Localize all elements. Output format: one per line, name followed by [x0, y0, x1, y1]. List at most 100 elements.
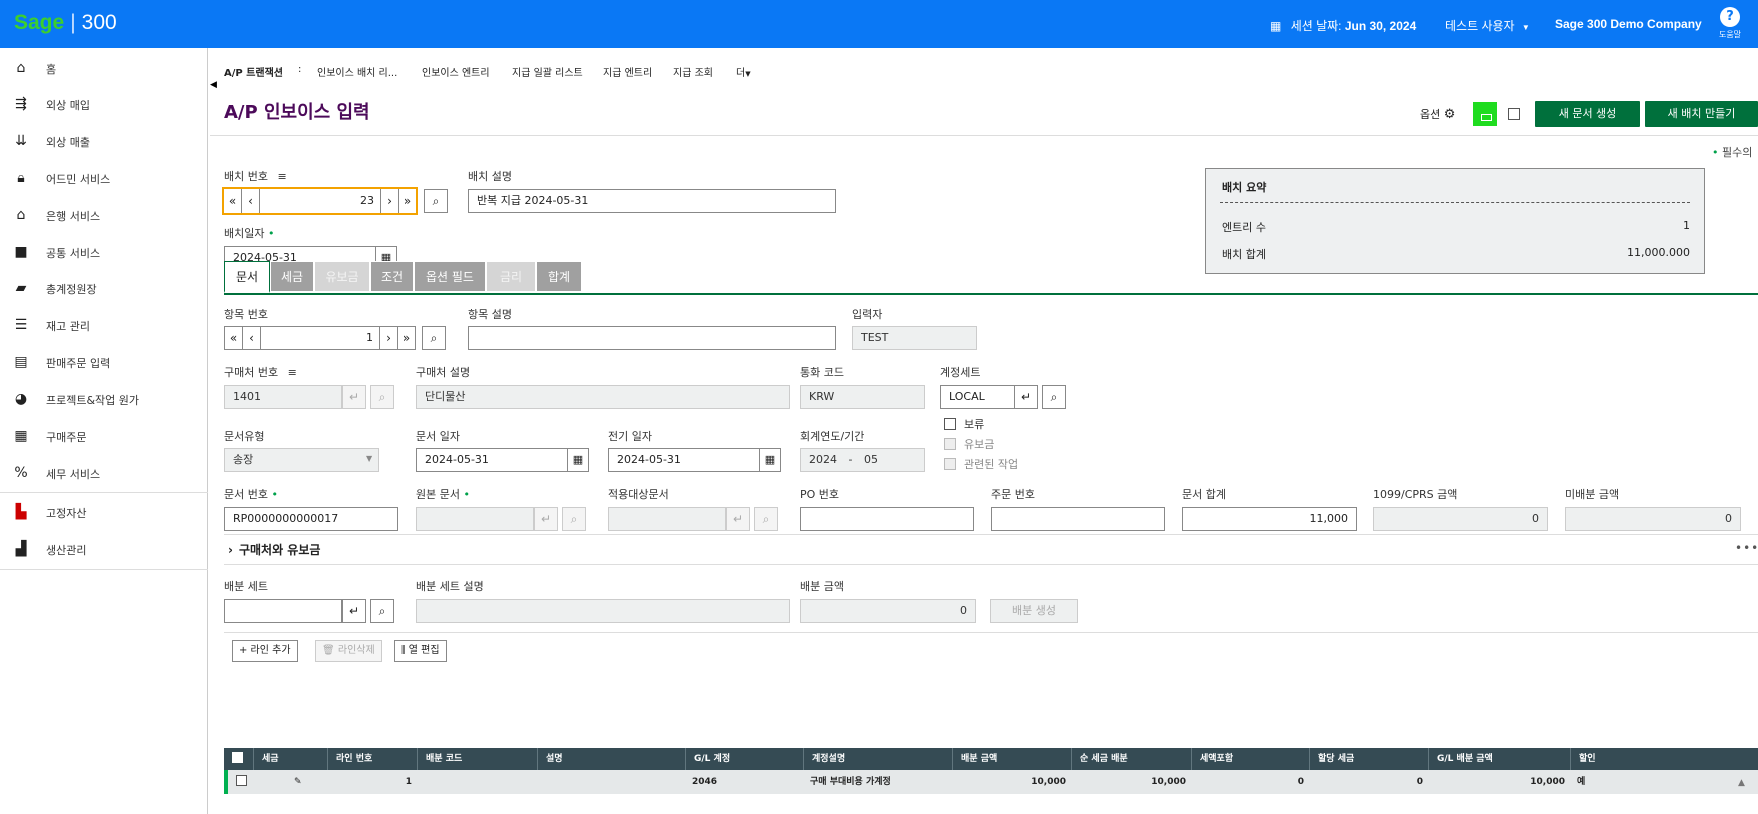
sidebar-item-production[interactable]: ▟ 생산관리 — [0, 531, 208, 567]
sidebar-item-common[interactable]: ■ 공통 서비스 — [0, 234, 208, 270]
options-button[interactable]: 옵션 ⚙ — [1420, 106, 1455, 122]
po-number-input[interactable] — [800, 507, 974, 531]
list-icon[interactable]: ≡ — [277, 170, 286, 183]
column-header[interactable]: 설명 — [538, 748, 686, 770]
batch-desc-input[interactable]: 반복 지급 2024-05-31 — [468, 189, 836, 213]
user-menu[interactable]: 테스트 사용자 ▼ — [1445, 17, 1530, 34]
sidebar-item-ar[interactable]: ⇊ 외상 매출 — [0, 123, 208, 159]
column-header[interactable]: G/L 계정 — [686, 748, 804, 770]
allocated-tax-cell: 0 — [1416, 777, 1423, 787]
amount-cell[interactable]: 10,000 — [953, 770, 1072, 794]
account-set-input[interactable]: LOCAL — [940, 385, 1015, 409]
session-date[interactable]: ▦ 세션 날짜: Jun 30, 2024 — [1270, 17, 1416, 34]
previous-icon[interactable]: ‹ — [243, 327, 261, 349]
column-header[interactable]: 할인 — [1571, 748, 1611, 770]
batch-search-button[interactable]: ⌕ — [424, 189, 448, 213]
gl-account-cell[interactable]: 2046 — [686, 770, 804, 794]
pencil-icon[interactable]: ✎ — [288, 770, 328, 794]
column-header[interactable]: 라인 번호 — [328, 748, 418, 770]
sidebar-item-po[interactable]: ▦ 구매주문 — [0, 418, 208, 454]
tab-optional-fields[interactable]: 옵션 필드 — [414, 261, 486, 292]
breadcrumb-item[interactable]: 지급 조회 — [673, 64, 713, 79]
batch-number-input[interactable]: 23 — [260, 189, 380, 213]
sidebar-item-gl[interactable]: ▰ 총계정원장 — [0, 270, 208, 306]
column-header[interactable]: G/L 배분 금액 — [1429, 748, 1571, 770]
checkbox-box[interactable] — [944, 418, 956, 430]
description-cell[interactable] — [538, 770, 686, 794]
vendor-retainage-section-toggle[interactable]: › 구매처와 유보금 — [228, 541, 320, 558]
column-header[interactable]: 순 세금 배분 — [1072, 748, 1192, 770]
calendar-icon[interactable]: ▦ — [567, 448, 589, 472]
sidebar-item-ap[interactable]: ⇶ 외상 매입 — [0, 86, 208, 122]
breadcrumb-root[interactable]: A/P 트랜잭션 — [224, 64, 283, 79]
enter-icon[interactable]: ↵ — [1014, 385, 1038, 409]
sidebar-item-inventory[interactable]: ☰ 재고 관리 — [0, 307, 208, 343]
entry-number-input[interactable]: 1 — [261, 327, 379, 349]
tab-terms[interactable]: 조건 — [370, 261, 414, 292]
calendar-icon[interactable]: ▦ — [759, 448, 781, 472]
select-checkbox[interactable] — [1508, 108, 1520, 120]
entry-search-button[interactable]: ⌕ — [422, 326, 446, 350]
tab-document[interactable]: 문서 — [224, 261, 270, 293]
help-button[interactable]: ? 도움말 — [1715, 7, 1745, 40]
select-all-column[interactable] — [224, 748, 254, 770]
scroll-up-icon[interactable]: ▲ — [1738, 778, 1745, 788]
column-header[interactable]: 세액포함 — [1192, 748, 1310, 770]
account-set-search-button[interactable]: ⌕ — [1042, 385, 1066, 409]
hold-checkbox[interactable]: 보류 — [944, 416, 984, 432]
doc-total-input[interactable]: 11,000 — [1182, 507, 1357, 531]
column-header[interactable]: 계정설명 — [804, 748, 953, 770]
posting-date-input[interactable]: 2024-05-31 — [608, 448, 760, 472]
first-icon[interactable]: « — [224, 189, 242, 213]
select-all-checkbox[interactable] — [232, 752, 243, 763]
breadcrumb-more[interactable]: 더▼ — [736, 64, 751, 79]
orig-doc-search-button: ⌕ — [562, 507, 586, 531]
doc-number-input[interactable]: RP0000000000017 — [224, 507, 398, 531]
entry-desc-input[interactable] — [468, 326, 836, 350]
next-icon[interactable]: › — [380, 189, 398, 213]
list-icon[interactable]: ≡ — [288, 366, 297, 379]
sidebar-item-admin[interactable]: 🔒︎ 어드민 서비스 — [0, 160, 208, 196]
table-row[interactable]: ✎ 1 2046 구매 부대비용 가계정 10,000 10,000 0 0 1… — [224, 770, 1758, 794]
column-header[interactable]: 세금 — [254, 748, 328, 770]
sidebar-item-oe[interactable]: ▤ 판매주문 입력 — [0, 344, 208, 380]
new-document-button[interactable]: 새 문서 생성 — [1535, 101, 1640, 127]
tab-totals[interactable]: 합계 — [536, 261, 582, 292]
sidebar-item-fixed-assets[interactable]: ▙ 고정자산 — [0, 494, 208, 530]
order-number-input[interactable] — [991, 507, 1165, 531]
row-checkbox-cell[interactable] — [230, 770, 256, 794]
breadcrumb-item[interactable]: 지급 엔트리 — [603, 64, 652, 79]
add-line-button[interactable]: + 라인 추가 — [232, 640, 298, 662]
breadcrumb-item[interactable]: 인보이스 엔트리 — [422, 64, 490, 79]
dist-code-cell[interactable] — [418, 770, 538, 794]
dist-set-search-button[interactable]: ⌕ — [370, 599, 394, 623]
breadcrumb-item[interactable]: 인보이스 배치 리... — [317, 64, 397, 79]
vendor-number-input[interactable]: 1401 — [224, 385, 342, 409]
column-header[interactable]: 할당 세금 — [1310, 748, 1429, 770]
dist-set-input[interactable] — [224, 599, 342, 623]
sage-logo[interactable]: Sage | 300 — [14, 11, 117, 35]
first-icon[interactable]: « — [225, 327, 243, 349]
row-checkbox[interactable] — [236, 775, 247, 786]
edit-columns-button[interactable]: ⫼ 열 편집 — [394, 640, 447, 662]
last-icon[interactable]: » — [397, 327, 415, 349]
discount-cell[interactable]: 예 — [1571, 770, 1611, 794]
layout-toggle-button[interactable] — [1473, 102, 1497, 126]
doc-type-select[interactable]: 송장 — [224, 448, 379, 472]
sidebar-item-pjc[interactable]: ◕ 프로젝트&작업 원가 — [0, 381, 208, 417]
column-header[interactable]: 배분 금액 — [953, 748, 1072, 770]
tab-tax[interactable]: 세금 — [270, 261, 314, 292]
sidebar-item-tax[interactable]: % 세무 서비스 — [0, 455, 208, 491]
breadcrumb-item[interactable]: 지급 일괄 리스트 — [512, 64, 583, 79]
last-icon[interactable]: » — [398, 189, 416, 213]
sidebar-item-home[interactable]: ⌂ 홈 — [0, 50, 208, 86]
previous-icon[interactable]: ‹ — [242, 189, 260, 213]
new-batch-button[interactable]: 새 배치 만들기 — [1645, 101, 1758, 127]
more-options-icon[interactable]: ••• — [1735, 541, 1758, 555]
column-header[interactable]: 배분 코드 — [418, 748, 538, 770]
enter-icon[interactable]: ↵ — [342, 599, 366, 623]
company-name[interactable]: Sage 300 Demo Company — [1555, 17, 1702, 31]
next-icon[interactable]: › — [379, 327, 397, 349]
sidebar-item-bank[interactable]: ⌂ 은행 서비스 — [0, 197, 208, 233]
doc-date-input[interactable]: 2024-05-31 — [416, 448, 568, 472]
